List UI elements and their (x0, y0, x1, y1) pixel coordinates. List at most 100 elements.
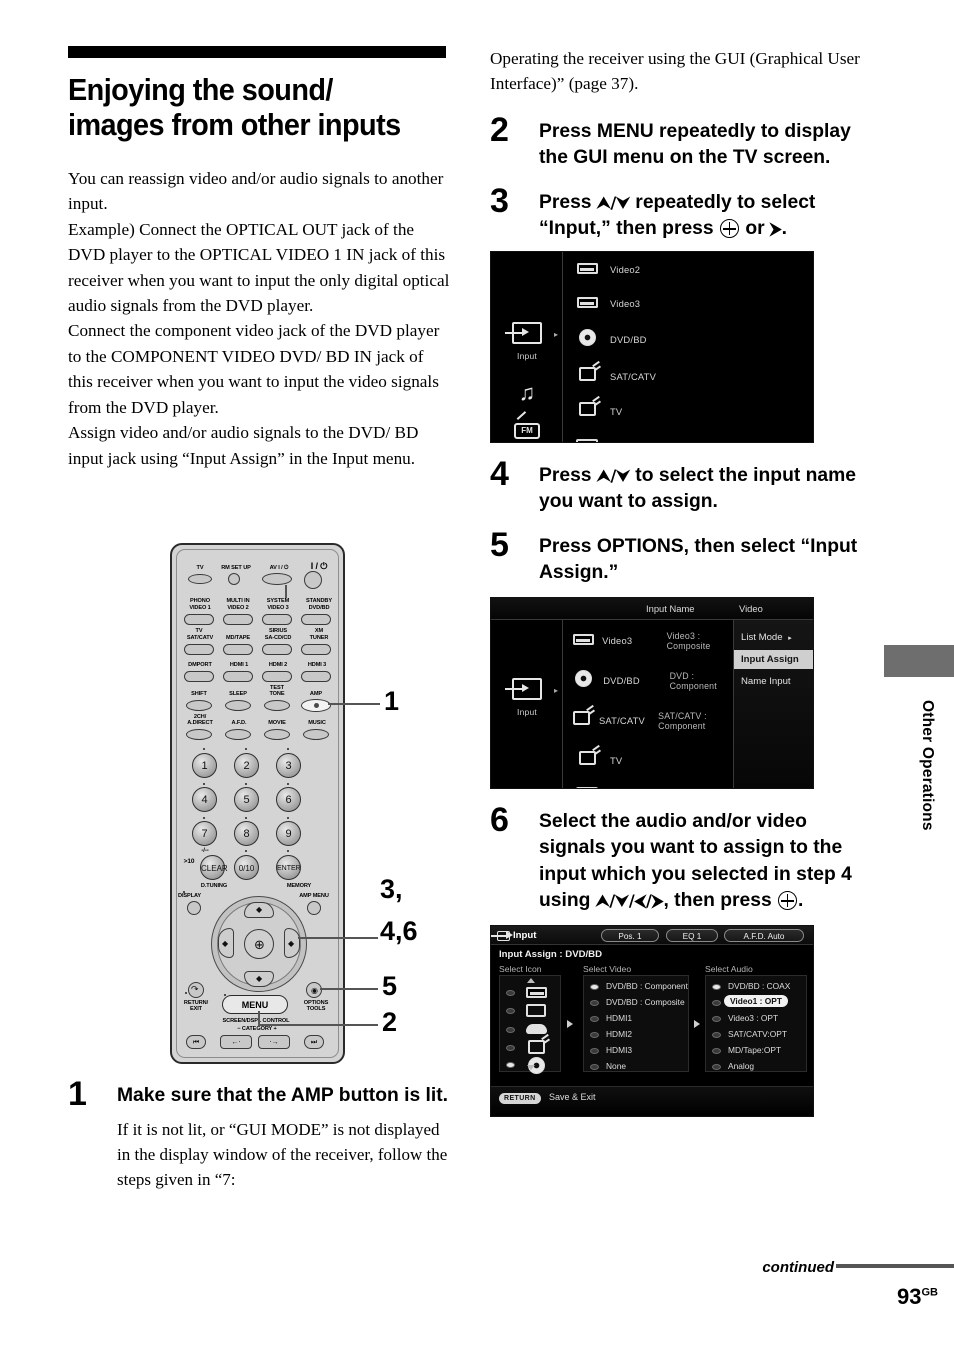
audio-option-4[interactable]: MD/Tape:OPT (728, 1045, 781, 1055)
remote-button-hdmi1[interactable] (223, 671, 253, 682)
remote-key-1[interactable]: 1 (192, 753, 217, 778)
gui2-row-tv[interactable]: TV (564, 745, 733, 777)
remote-button-menu[interactable]: MENU (222, 995, 288, 1014)
gui1-rail-input[interactable]: Input (491, 321, 563, 361)
audio-option-5[interactable]: Analog (728, 1061, 754, 1071)
callout-number-5: 5 (382, 971, 398, 1001)
video-radio-0[interactable] (590, 983, 599, 990)
video-radio-5[interactable] (590, 1063, 599, 1070)
remote-button-av-power[interactable] (262, 573, 292, 585)
remote-key-9[interactable]: 9 (276, 821, 301, 846)
audio-option-1-selected[interactable]: Video1 : OPT (724, 994, 788, 1007)
remote-key-clear[interactable]: CLEAR (200, 855, 228, 880)
icon-radio-vcr[interactable] (506, 989, 515, 996)
remote-button-test-tone[interactable] (264, 700, 290, 711)
remote-key-4[interactable]: 4 (192, 787, 217, 812)
remote-key-enter[interactable]: ENTER (276, 855, 301, 880)
remote-button-shift[interactable] (186, 700, 212, 711)
remote-button-adirect[interactable] (186, 729, 212, 740)
remote-button-tv[interactable] (188, 574, 212, 584)
gui2-rail-input[interactable]: Input (491, 677, 563, 717)
icon-radio-sat[interactable] (506, 1044, 515, 1051)
return-icon: ↷ (191, 985, 199, 995)
remote-label-music: MUSIC (308, 720, 326, 726)
gui2-row-satcatv[interactable]: SAT/CATV SAT/CATV : Component (564, 705, 733, 737)
remote-button-sleep[interactable] (225, 700, 251, 711)
audio-option-0[interactable]: DVD/BD : COAX (728, 981, 790, 991)
remote-button-afd[interactable] (225, 729, 251, 740)
gui1-row-tapecdr[interactable]: Tape/CDR (564, 432, 813, 442)
audio-radio-0[interactable] (712, 983, 721, 990)
remote-button-display[interactable] (187, 901, 201, 915)
video-option-5[interactable]: None (606, 1061, 626, 1071)
remote-button-power[interactable] (304, 571, 322, 589)
callout-vert-2 (258, 1011, 260, 1025)
remote-key-8[interactable]: 8 (234, 821, 259, 846)
remote-button-mdtape[interactable] (223, 644, 253, 655)
icon-radio-disc[interactable] (506, 1061, 515, 1068)
remote-button-tuner[interactable] (301, 644, 331, 655)
icon-radio-monitor[interactable] (506, 1007, 515, 1014)
remote-button-category-up[interactable]: ·→ (258, 1035, 290, 1049)
audio-radio-2[interactable] (712, 1015, 721, 1022)
remote-button-category-down[interactable]: ←· (220, 1035, 252, 1049)
video-option-3[interactable]: HDMI2 (606, 1029, 632, 1039)
audio-radio-5[interactable] (712, 1063, 721, 1070)
gui1-rail-music[interactable]: ♫ (491, 381, 563, 405)
remote-button-hdmi3[interactable] (301, 671, 331, 682)
gui1-row-name: Video3 (610, 298, 641, 310)
remote-key-0-10[interactable]: 0/10 (234, 855, 259, 880)
remote-button-video3[interactable] (262, 614, 292, 625)
gui1-row-tv[interactable]: TV (564, 396, 813, 428)
gui1-row-video3[interactable]: Video3 (564, 288, 813, 320)
video-option-1[interactable]: DVD/BD : Composite (606, 997, 685, 1007)
audio-option-2[interactable]: Video3 : OPT (728, 1013, 778, 1023)
remote-button-next[interactable]: ⏭ (304, 1035, 324, 1049)
remote-button-movie[interactable] (264, 729, 290, 740)
remote-button-video2[interactable] (223, 614, 253, 625)
video-radio-4[interactable] (590, 1047, 599, 1054)
gui2-row-video3[interactable]: Video3 Video3 : Composite (564, 625, 733, 657)
remote-label-tuner: TUNER (309, 635, 329, 641)
audio-option-3[interactable]: SAT/CATV:OPT (728, 1029, 787, 1039)
remote-key-7[interactable]: 7 (192, 821, 217, 846)
gui1-row-satcatv[interactable]: SAT/CATV (564, 361, 813, 393)
remote-button-sacdcd[interactable] (262, 644, 292, 655)
remote-key-5[interactable]: 5 (234, 787, 259, 812)
option-list-mode[interactable]: List Mode ▸ (734, 628, 813, 647)
option-input-assign[interactable]: Input Assign (734, 649, 813, 669)
video-radio-1[interactable] (590, 999, 599, 1006)
gui2-row-name: SAT/CATV (598, 715, 645, 727)
remote-button-rm-set-up[interactable] (228, 573, 240, 585)
video-radio-3[interactable] (590, 1031, 599, 1038)
gui1-rail-fm[interactable]: FM (491, 420, 563, 439)
remote-button-satcatv[interactable] (184, 644, 214, 655)
gui2-row-tapecdr[interactable]: Tape/CDR (564, 780, 733, 788)
remote-button-dvdbd[interactable] (301, 614, 331, 625)
remote-key-3[interactable]: 3 (276, 753, 301, 778)
gui2-row-dvdbd[interactable]: DVD/BD DVD : Component (564, 665, 733, 697)
remote-button-prev[interactable]: ⏮ (186, 1035, 206, 1049)
step-1-heading: Make sure that the AMP button is lit. (117, 1085, 449, 1106)
remote-key-6[interactable]: 6 (276, 787, 301, 812)
remote-key-2[interactable]: 2 (234, 753, 259, 778)
audio-radio-3[interactable] (712, 1031, 721, 1038)
video-option-0[interactable]: DVD/BD : Component (606, 981, 688, 991)
audio-radio-1[interactable] (712, 999, 721, 1006)
gui1-row-dvdbd[interactable]: DVD/BD (564, 324, 813, 356)
gui1-row-video2[interactable]: Video2 (564, 254, 813, 286)
remote-button-dmport[interactable] (184, 671, 214, 682)
remote-button-video1[interactable] (184, 614, 214, 625)
video-option-2[interactable]: HDMI1 (606, 1013, 632, 1023)
dpad-down-icon: ◆ (256, 974, 263, 983)
remote-button-amp-menu[interactable] (307, 901, 321, 915)
remote-button-hdmi2[interactable] (262, 671, 292, 682)
video-option-4[interactable]: HDMI3 (606, 1045, 632, 1055)
audio-radio-4[interactable] (712, 1047, 721, 1054)
option-name-input[interactable]: Name Input (734, 672, 813, 691)
step-1-body: If it is not lit, or “GUI MODE” is not d… (117, 1119, 448, 1189)
video-radio-2[interactable] (590, 1015, 599, 1022)
icon-radio-gamepad[interactable] (506, 1026, 515, 1033)
remote-button-music[interactable] (303, 729, 329, 740)
gui-screenshot-options-menu: Input Name Video Input ▸ Video3 Video3 :… (490, 596, 814, 789)
